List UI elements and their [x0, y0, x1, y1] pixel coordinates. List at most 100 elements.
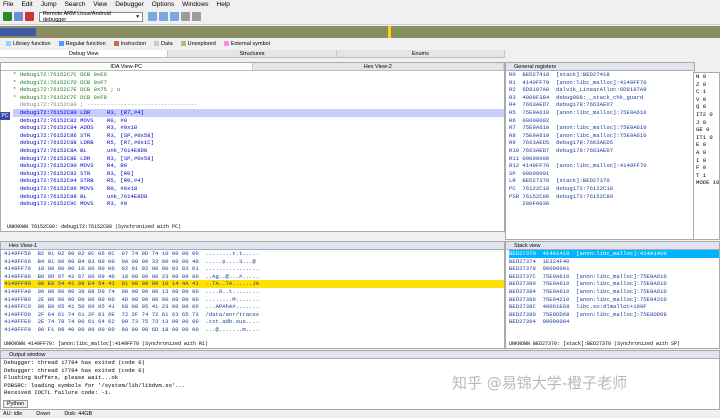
- disasm-line[interactable]: debug172:76152C88 LDRB R5, [R7,#0x1C]: [13, 139, 504, 147]
- register-row[interactable]: R2 6D8187A8 dalvik_LinearAlloc:6D8187A8: [509, 86, 694, 94]
- stop-icon[interactable]: [25, 12, 34, 21]
- disasm-line[interactable]: * debug172:76152C7C DCB 0xE6: [13, 71, 504, 79]
- register-row[interactable]: R0 BED27418 [stack]:BED27418: [509, 71, 694, 79]
- hex-row-highlight[interactable]: 4149FF90 08 E0 54 41 98 E4 54 41 01 00 0…: [4, 280, 504, 288]
- register-row[interactable]: R5 75E9A610 [anon:libc_malloc]:75E9A610: [509, 109, 694, 117]
- disasm-line[interactable]: debug172:76152C96 MOVS R0, #0x18: [13, 185, 504, 193]
- flag-row[interactable]: V 0: [696, 96, 719, 104]
- stack-row[interactable]: BED2738C 40061E68 libc.so:dlmalloc+109F: [509, 303, 719, 311]
- disassembly-listing[interactable]: * debug172:76152C7C DCB 0xE6 * debug172:…: [1, 71, 504, 208]
- hex-row[interactable]: 4149FFD0 2F 64 61 74 61 2F 61 6E 72 2F 7…: [4, 311, 504, 319]
- menu-options[interactable]: Options: [152, 1, 174, 8]
- register-row[interactable]: R10 7663AED7 debug178:7663AED7: [509, 147, 694, 155]
- disasm-line[interactable]: debug172:76152C94 STRB R5, [R0,#4]: [13, 177, 504, 185]
- hex-row[interactable]: 4149FFE0 2E 74 78 74 00 61 64 62 00 73 7…: [4, 318, 504, 326]
- register-row[interactable]: PSR 76152C80 debug172:76152C80: [509, 193, 694, 201]
- hex-row[interactable]: 4149FF80 B8 9D 97 41 67 00 09 40 18 00 0…: [4, 273, 504, 281]
- flag-row[interactable]: F 0: [696, 164, 719, 172]
- disasm-line[interactable]: * debug172:76152C7F DCB 0xF8: [13, 94, 504, 102]
- flag-row[interactable]: A 0: [696, 149, 719, 157]
- register-row[interactable]: R6 00000002: [509, 117, 694, 125]
- disasm-line[interactable]: debug172:76152C9C MOVS R3, #0: [13, 200, 504, 208]
- detach-icon[interactable]: [192, 12, 201, 21]
- stack-row[interactable]: BED27384 75E9A610 [anon:libc_malloc]:75E…: [509, 288, 719, 296]
- hex-row[interactable]: 4149FF50 B2 01 02 00 02 0C 06 0C 07 74 0…: [4, 250, 504, 258]
- hex-row[interactable]: 4149FFA0 00 00 00 00 38 88 D9 74 00 00 0…: [4, 288, 504, 296]
- flag-row[interactable]: E 0: [696, 141, 719, 149]
- attach-icon[interactable]: [181, 12, 190, 21]
- flag-row[interactable]: GE 0: [696, 126, 719, 134]
- flag-row[interactable]: IT1 0: [696, 134, 719, 142]
- register-row[interactable]: R11 00000000: [509, 155, 694, 163]
- flag-row[interactable]: N 0: [696, 73, 719, 81]
- run-icon[interactable]: [3, 12, 12, 21]
- stack-row[interactable]: BED2737C 75E9A610 [anon:libc_malloc]:75E…: [509, 273, 719, 281]
- pause-icon[interactable]: [14, 12, 23, 21]
- disasm-line[interactable]: debug172:76152C92 STR R3, [R0]: [13, 170, 504, 178]
- disasm-line[interactable]: debug172:76152C90 MOVS R4, R0: [13, 162, 504, 170]
- flag-row[interactable]: I 0: [696, 157, 719, 165]
- flag-row[interactable]: J 0: [696, 119, 719, 127]
- debugger-select[interactable]: Remote ARM Linux/Android debugger ▾: [39, 11, 143, 23]
- tab-enums[interactable]: Enums: [337, 50, 505, 57]
- hex-row[interactable]: 4149FFC0 08 80 95 41 50 00 95 41 68 00 9…: [4, 303, 504, 311]
- register-row[interactable]: R4 7663AED7 debug178:7663AED7: [509, 101, 694, 109]
- disasm-line[interactable]: * debug172:76152C7D DCB 0xF7: [13, 79, 504, 87]
- disasm-line[interactable]: debug172:76152C98 BL unk_7614E8D8: [13, 193, 504, 201]
- hex-row[interactable]: 4149FFF0 00 F1 09 40 00 00 00 00 88 90 0…: [4, 326, 504, 334]
- disasm-line[interactable]: debug172:76152C82 MOVS R0, #0: [13, 117, 504, 125]
- disasm-line-current[interactable]: debug172:76152C80 LDR R3, [R7,#4]: [13, 108, 504, 117]
- stack-row[interactable]: BED27390 75E8DD68 [anon:libc_malloc]:75E…: [509, 311, 719, 319]
- disasm-line[interactable]: debug172:76152C84 ADDS R3, #0x10: [13, 124, 504, 132]
- python-tab[interactable]: Python: [3, 400, 29, 408]
- flag-row[interactable]: IT2 0: [696, 111, 719, 119]
- stack-row[interactable]: BED27380 75E9A610 [anon:libc_malloc]:75E…: [509, 280, 719, 288]
- menu-view[interactable]: View: [93, 1, 107, 8]
- flag-row[interactable]: Q 0: [696, 103, 719, 111]
- stack-row[interactable]: BED27394 00000004: [509, 318, 719, 326]
- register-row[interactable]: R1 4149FF70 [anon:libc_malloc]:4149FF70: [509, 79, 694, 87]
- menu-edit[interactable]: Edit: [21, 1, 32, 8]
- stack-row-selected[interactable]: BED27370 414A1410 [anon:libc_malloc]:414…: [509, 250, 719, 258]
- disasm-line[interactable]: * debug172:76152C7E DCB 0x75 ; u: [13, 86, 504, 94]
- step-over-icon[interactable]: [159, 12, 168, 21]
- disasm-line[interactable]: debug172:76152C80 ; --------------------…: [13, 101, 504, 109]
- menu-windows[interactable]: Windows: [182, 1, 208, 8]
- disasm-line[interactable]: debug172:76152C8E LDR R3, [SP,#0x58]: [13, 155, 504, 163]
- hex-row[interactable]: 4149FF60 B4 01 00 00 B4 03 00 00 0A 00 0…: [4, 258, 504, 266]
- flag-row[interactable]: MODE 10: [696, 179, 719, 187]
- register-row[interactable]: R9 7663AED5 debug178:7663AED5: [509, 139, 694, 147]
- register-row[interactable]: 200F0030: [509, 200, 694, 208]
- register-row[interactable]: R12 4149FF70 [anon:libc_malloc]:4149FF70: [509, 162, 694, 170]
- register-row[interactable]: R8 75E9A610 [anon:libc_malloc]:75E9A610: [509, 132, 694, 140]
- run-to-cursor-icon[interactable]: [170, 12, 179, 21]
- stack-row[interactable]: BED27388 75E94210 [anon:libc_malloc]:75E…: [509, 296, 719, 304]
- menu-search[interactable]: Search: [65, 1, 86, 8]
- tab-hex-view-2[interactable]: Hex View-2: [253, 63, 504, 70]
- menu-file[interactable]: File: [3, 1, 13, 8]
- flag-row[interactable]: Z 0: [696, 81, 719, 89]
- register-row[interactable]: PC 76122C18 debug172:76122C18: [509, 185, 694, 193]
- tab-debug-view[interactable]: Debug View: [0, 50, 169, 57]
- disasm-line[interactable]: debug172:76152C8A BL unk_7614E8D8: [13, 147, 504, 155]
- menu-jump[interactable]: Jump: [41, 1, 57, 8]
- flag-row[interactable]: T 1: [696, 172, 719, 180]
- disasm-line[interactable]: debug172:76152C86 STR R3, [SP,#0x58]: [13, 132, 504, 140]
- register-row[interactable]: LR BED27370 [stack]:BED27370: [509, 177, 694, 185]
- tab-structures[interactable]: Structures: [168, 50, 337, 57]
- menu-debugger[interactable]: Debugger: [115, 1, 144, 8]
- stack-list[interactable]: BED27370 414A1410 [anon:libc_malloc]:414…: [506, 250, 719, 326]
- tab-ida-view-pc[interactable]: IDA View-PC: [1, 63, 253, 70]
- flag-row[interactable]: C 1: [696, 88, 719, 96]
- register-row[interactable]: R7 75E9A610 [anon:libc_malloc]:75E9A610: [509, 124, 694, 132]
- stack-row[interactable]: BED27378 00000001: [509, 265, 719, 273]
- navigation-band[interactable]: [0, 26, 720, 38]
- hex-row[interactable]: 4149FF70 18 00 00 00 10 00 00 00 02 01 0…: [4, 265, 504, 273]
- hex-row[interactable]: 4149FFB0 2E 00 00 00 00 00 00 00 4D 00 0…: [4, 296, 504, 304]
- step-into-icon[interactable]: [148, 12, 157, 21]
- register-row[interactable]: SP 00000001: [509, 170, 694, 178]
- hex-dump[interactable]: 4149FF50 B2 01 02 00 02 0C 06 0C 07 74 0…: [1, 250, 504, 334]
- menu-help[interactable]: Help: [217, 1, 230, 8]
- register-row[interactable]: R3 4009F384 debug008:__stack_chk_guard: [509, 94, 694, 102]
- stack-row[interactable]: BED27374 1E324F40: [509, 258, 719, 266]
